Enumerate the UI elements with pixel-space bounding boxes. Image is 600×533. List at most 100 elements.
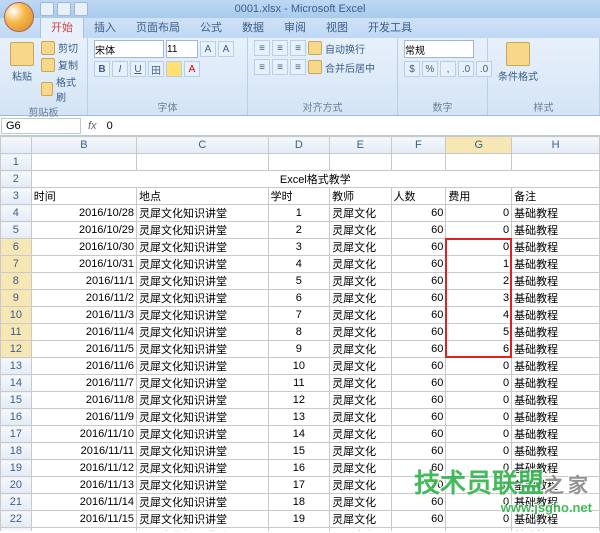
cell[interactable]: 灵犀文化 xyxy=(330,205,391,222)
cell[interactable]: 人数 xyxy=(391,188,446,205)
row-header[interactable]: 14 xyxy=(1,375,32,392)
tab-view[interactable]: 视图 xyxy=(316,16,358,38)
row-header[interactable]: 20 xyxy=(1,477,32,494)
tab-formulas[interactable]: 公式 xyxy=(190,16,232,38)
row-header[interactable]: 15 xyxy=(1,392,32,409)
align-top-button[interactable]: ≡ xyxy=(254,40,270,56)
cell[interactable]: 4 xyxy=(268,256,329,273)
cell[interactable]: 60 xyxy=(391,409,446,426)
cell[interactable]: 0 xyxy=(446,375,512,392)
col-header-B[interactable]: B xyxy=(31,137,136,154)
copy-button[interactable]: 复制 xyxy=(41,57,81,72)
cell[interactable]: 基础教程 xyxy=(512,528,600,532)
underline-button[interactable]: U xyxy=(130,61,146,77)
row-header[interactable]: 21 xyxy=(1,494,32,511)
cell[interactable]: 2016/10/28 xyxy=(31,205,136,222)
comma-button[interactable]: , xyxy=(440,61,456,77)
cell[interactable]: 费用 xyxy=(446,188,512,205)
cell[interactable]: 基础教程 xyxy=(512,273,600,290)
cell[interactable]: 60 xyxy=(391,460,446,477)
cell[interactable]: 0 xyxy=(446,511,512,528)
cell[interactable]: 灵犀文化知识讲堂 xyxy=(137,290,269,307)
cell[interactable]: 灵犀文化知识讲堂 xyxy=(137,358,269,375)
cell[interactable]: 灵犀文化知识讲堂 xyxy=(137,239,269,256)
cell[interactable]: 0 xyxy=(446,409,512,426)
sheet-title-cell[interactable]: Excel格式教学 xyxy=(31,171,599,188)
cell[interactable]: 0 xyxy=(446,239,512,256)
align-left-button[interactable]: ≡ xyxy=(254,59,270,75)
cell[interactable]: 基础教程 xyxy=(512,494,600,511)
cell[interactable]: 2016/11/8 xyxy=(31,392,136,409)
cell[interactable]: 0 xyxy=(446,426,512,443)
tab-home[interactable]: 开始 xyxy=(40,15,84,38)
cell[interactable]: 2016/10/29 xyxy=(31,222,136,239)
cell[interactable]: 灵犀文化知识讲堂 xyxy=(137,443,269,460)
cell[interactable]: 基础教程 xyxy=(512,358,600,375)
office-button[interactable] xyxy=(4,2,34,32)
cell[interactable]: 基础教程 xyxy=(512,205,600,222)
col-header-C[interactable]: C xyxy=(137,137,269,154)
align-right-button[interactable]: ≡ xyxy=(290,59,306,75)
cell[interactable]: 13 xyxy=(268,409,329,426)
cell[interactable]: 4 xyxy=(446,307,512,324)
cell[interactable]: 60 xyxy=(391,426,446,443)
col-header-G[interactable]: G xyxy=(446,137,512,154)
cut-button[interactable]: 剪切 xyxy=(41,40,81,55)
number-format-select[interactable] xyxy=(404,40,474,58)
undo-icon[interactable] xyxy=(57,2,71,16)
cell[interactable]: 灵犀文化知识讲堂 xyxy=(137,205,269,222)
cell[interactable]: 60 xyxy=(391,341,446,358)
cell[interactable]: 8 xyxy=(268,324,329,341)
cell[interactable]: 灵犀文化 xyxy=(330,460,391,477)
cell[interactable]: 灵犀文化 xyxy=(330,511,391,528)
cell[interactable]: 0 xyxy=(446,528,512,532)
cell[interactable]: 17 xyxy=(268,477,329,494)
row-header[interactable]: 7 xyxy=(1,256,32,273)
cell[interactable]: 2016/11/15 xyxy=(31,511,136,528)
cell[interactable]: 基础教程 xyxy=(512,307,600,324)
cell[interactable] xyxy=(31,154,136,171)
cell[interactable]: 60 xyxy=(391,205,446,222)
cell[interactable]: 灵犀文化 xyxy=(330,375,391,392)
grow-font-button[interactable]: A xyxy=(200,41,216,57)
cell[interactable]: 基础教程 xyxy=(512,511,600,528)
border-button[interactable]: 田 xyxy=(148,61,164,77)
align-mid-button[interactable]: ≡ xyxy=(272,40,288,56)
cell[interactable]: 20 xyxy=(268,528,329,532)
row-header[interactable]: 13 xyxy=(1,358,32,375)
fx-icon[interactable]: fx xyxy=(82,120,103,132)
cell[interactable]: 14 xyxy=(268,426,329,443)
cell[interactable]: 灵犀文化 xyxy=(330,409,391,426)
cell[interactable]: 1 xyxy=(268,205,329,222)
cell[interactable]: 基础教程 xyxy=(512,375,600,392)
cell[interactable]: 灵犀文化 xyxy=(330,392,391,409)
cell[interactable]: 基础教程 xyxy=(512,256,600,273)
cell[interactable]: 地点 xyxy=(137,188,269,205)
cell[interactable]: 基础教程 xyxy=(512,324,600,341)
cell[interactable]: 60 xyxy=(391,477,446,494)
cell[interactable]: 灵犀文化 xyxy=(330,341,391,358)
save-icon[interactable] xyxy=(40,2,54,16)
cell[interactable]: 2016/10/30 xyxy=(31,239,136,256)
col-header-F[interactable]: F xyxy=(391,137,446,154)
cell[interactable]: 基础教程 xyxy=(512,460,600,477)
cell[interactable]: 0 xyxy=(446,392,512,409)
cell[interactable]: 灵犀文化 xyxy=(330,528,391,532)
cell[interactable]: 灵犀文化 xyxy=(330,273,391,290)
spreadsheet-grid[interactable]: BCDEFGH12Excel格式教学3时间地点学时教师人数费用备注42016/1… xyxy=(0,136,600,531)
cell[interactable]: 2 xyxy=(446,273,512,290)
cell[interactable]: 基础教程 xyxy=(512,477,600,494)
row-header[interactable]: 3 xyxy=(1,188,32,205)
cell[interactable]: 灵犀文化 xyxy=(330,239,391,256)
cell[interactable]: 基础教程 xyxy=(512,426,600,443)
cell[interactable]: 60 xyxy=(391,324,446,341)
cell[interactable] xyxy=(330,154,391,171)
cell[interactable]: 60 xyxy=(391,307,446,324)
cell[interactable]: 灵犀文化知识讲堂 xyxy=(137,256,269,273)
cell[interactable]: 灵犀文化 xyxy=(330,426,391,443)
cell[interactable]: 备注 xyxy=(512,188,600,205)
cell[interactable]: 60 xyxy=(391,222,446,239)
cell[interactable]: 灵犀文化知识讲堂 xyxy=(137,528,269,532)
row-header[interactable]: 1 xyxy=(1,154,32,171)
tab-developer[interactable]: 开发工具 xyxy=(358,16,422,38)
